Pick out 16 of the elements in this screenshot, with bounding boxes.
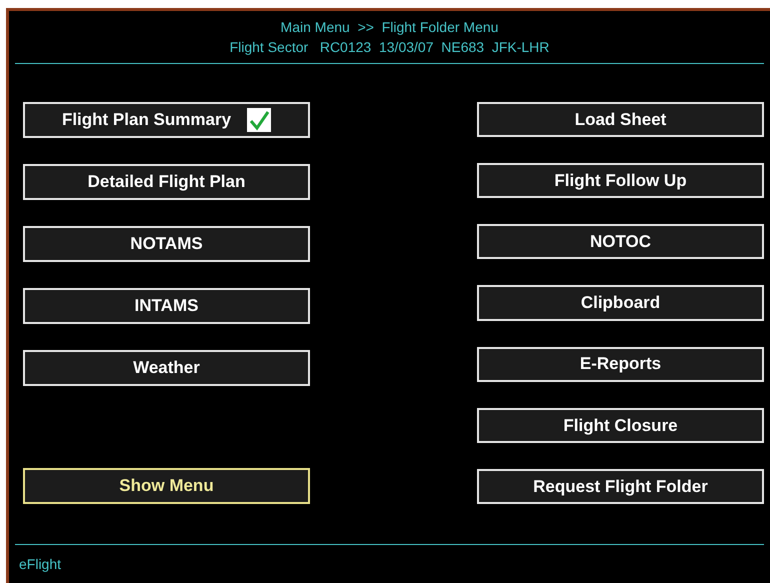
menu-button[interactable]: E-Reports [477,346,764,382]
menu-button[interactable]: Flight Closure [477,408,764,443]
menu-button[interactable]: Request Flight Folder [477,468,764,504]
flight-sector: Flight Sector RC0123 13/03/07 NE683 JFK-LHR [230,38,550,57]
menu-button[interactable]: NOTOC [477,224,764,260]
menu-button[interactable]: Flight Plan Summary [23,102,310,138]
menu-button[interactable]: Detailed Flight Plan [23,164,310,200]
menu-button[interactable]: Clipboard [477,285,764,321]
breadcrumb: Main Menu >> Flight Folder Menu [280,18,498,37]
show-menu-button[interactable]: Show Menu [23,468,310,504]
menu-button[interactable]: Load Sheet [477,102,764,138]
app-name: eFlight [19,554,62,574]
menu-button[interactable]: Flight Follow Up [477,163,764,198]
menu-button[interactable]: NOTAMS [23,226,310,262]
menu-button[interactable]: INTAMS [23,288,310,324]
menu-button[interactable]: Weather [23,350,310,386]
